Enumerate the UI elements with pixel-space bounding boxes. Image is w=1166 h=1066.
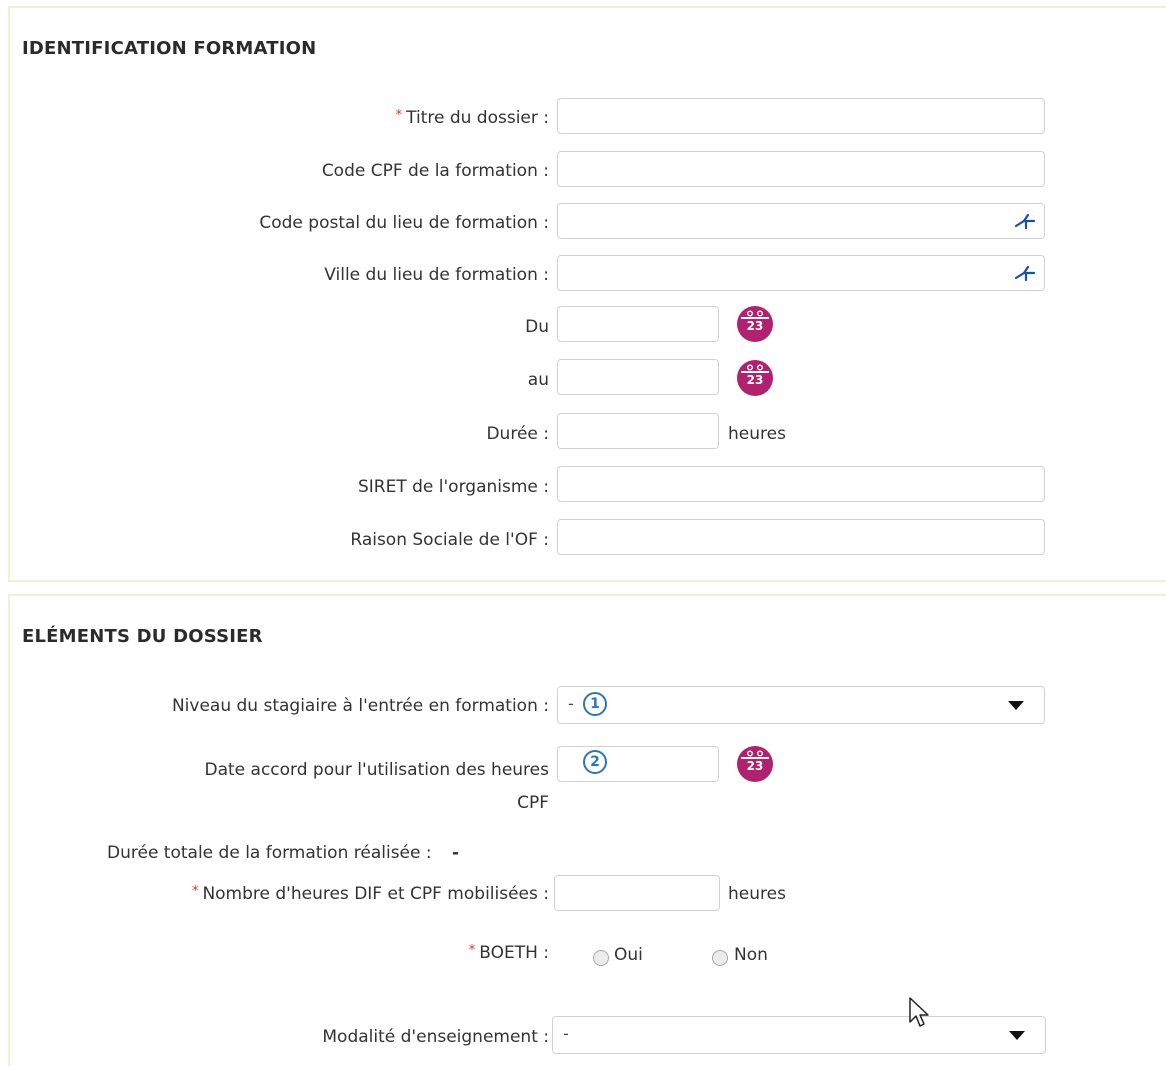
boeth-non-label[interactable]: Non — [734, 945, 768, 965]
boeth-non-radio[interactable] — [712, 950, 728, 966]
niveau-select[interactable]: - — [557, 686, 1045, 724]
calendar-icon[interactable]: 23 — [737, 746, 773, 782]
siret-input[interactable] — [557, 466, 1045, 502]
niveau-label: Niveau du stagiaire à l'entrée en format… — [171, 696, 549, 716]
nb-heures-label: * Nombre d'heures DIF et CPF mobilisées : — [191, 884, 549, 904]
calendar-day: 23 — [746, 373, 764, 387]
annotation-marker-2: 2 — [583, 750, 607, 774]
ville-label: Ville du lieu de formation : — [324, 265, 549, 285]
calendar-icon[interactable]: 23 — [737, 360, 773, 396]
code-cpf-input[interactable] — [557, 151, 1045, 187]
date-au-input[interactable] — [557, 359, 719, 395]
date-accord-label-line1: Date accord pour l'utilisation des heure… — [204, 760, 550, 780]
section-title-elements: ELÉMENTS DU DOSSIER — [22, 626, 263, 647]
nb-heures-unit: heures — [728, 884, 786, 904]
code-postal-input[interactable] — [557, 203, 1045, 239]
lookup-icon[interactable] — [1014, 211, 1036, 231]
nb-heures-input[interactable] — [554, 875, 720, 911]
chevron-down-icon — [1009, 1031, 1025, 1040]
siret-label: SIRET de l'organisme : — [357, 477, 549, 497]
mouse-cursor-icon — [909, 997, 929, 1027]
boeth-oui-label[interactable]: Oui — [614, 945, 643, 965]
code-cpf-label: Code CPF de la formation : — [321, 161, 549, 181]
raison-sociale-label: Raison Sociale de l'OF : — [350, 530, 549, 550]
titre-dossier-label: * Titre du dossier : — [395, 108, 549, 128]
duree-input[interactable] — [557, 413, 719, 449]
duree-unit: heures — [728, 424, 786, 444]
required-mark: * — [395, 108, 403, 123]
date-accord-input[interactable] — [557, 746, 719, 782]
du-label: Du — [525, 317, 549, 337]
calendar-day: 23 — [746, 319, 764, 333]
elements-dossier-panel — [8, 594, 1166, 1066]
titre-dossier-input[interactable] — [557, 98, 1045, 134]
boeth-label: * BOETH : — [468, 943, 549, 963]
code-postal-label: Code postal du lieu de formation : — [259, 213, 549, 233]
calendar-icon[interactable]: 23 — [737, 306, 773, 342]
required-mark: * — [191, 884, 199, 899]
date-accord-label-line2: CPF — [517, 793, 549, 813]
duree-totale-value: - — [452, 843, 460, 863]
modalite-selected-value: - — [563, 1024, 569, 1043]
section-title-identification: IDENTIFICATION FORMATION — [22, 38, 317, 59]
lookup-icon[interactable] — [1014, 263, 1036, 283]
chevron-down-icon — [1008, 701, 1024, 710]
date-du-input[interactable] — [557, 306, 719, 342]
required-mark: * — [468, 943, 476, 958]
modalite-label: Modalité d'enseignement : — [322, 1027, 549, 1047]
duree-label: Durée : — [486, 424, 549, 444]
modalite-select[interactable]: - — [552, 1016, 1046, 1054]
raison-sociale-input[interactable] — [557, 519, 1045, 555]
calendar-day: 23 — [746, 759, 764, 773]
annotation-marker-1: 1 — [583, 692, 607, 716]
duree-totale-label: Durée totale de la formation réalisée : — [107, 843, 432, 863]
ville-input[interactable] — [557, 255, 1045, 291]
niveau-selected-value: - — [568, 694, 574, 713]
au-label: au — [527, 370, 549, 390]
boeth-oui-radio[interactable] — [593, 950, 609, 966]
